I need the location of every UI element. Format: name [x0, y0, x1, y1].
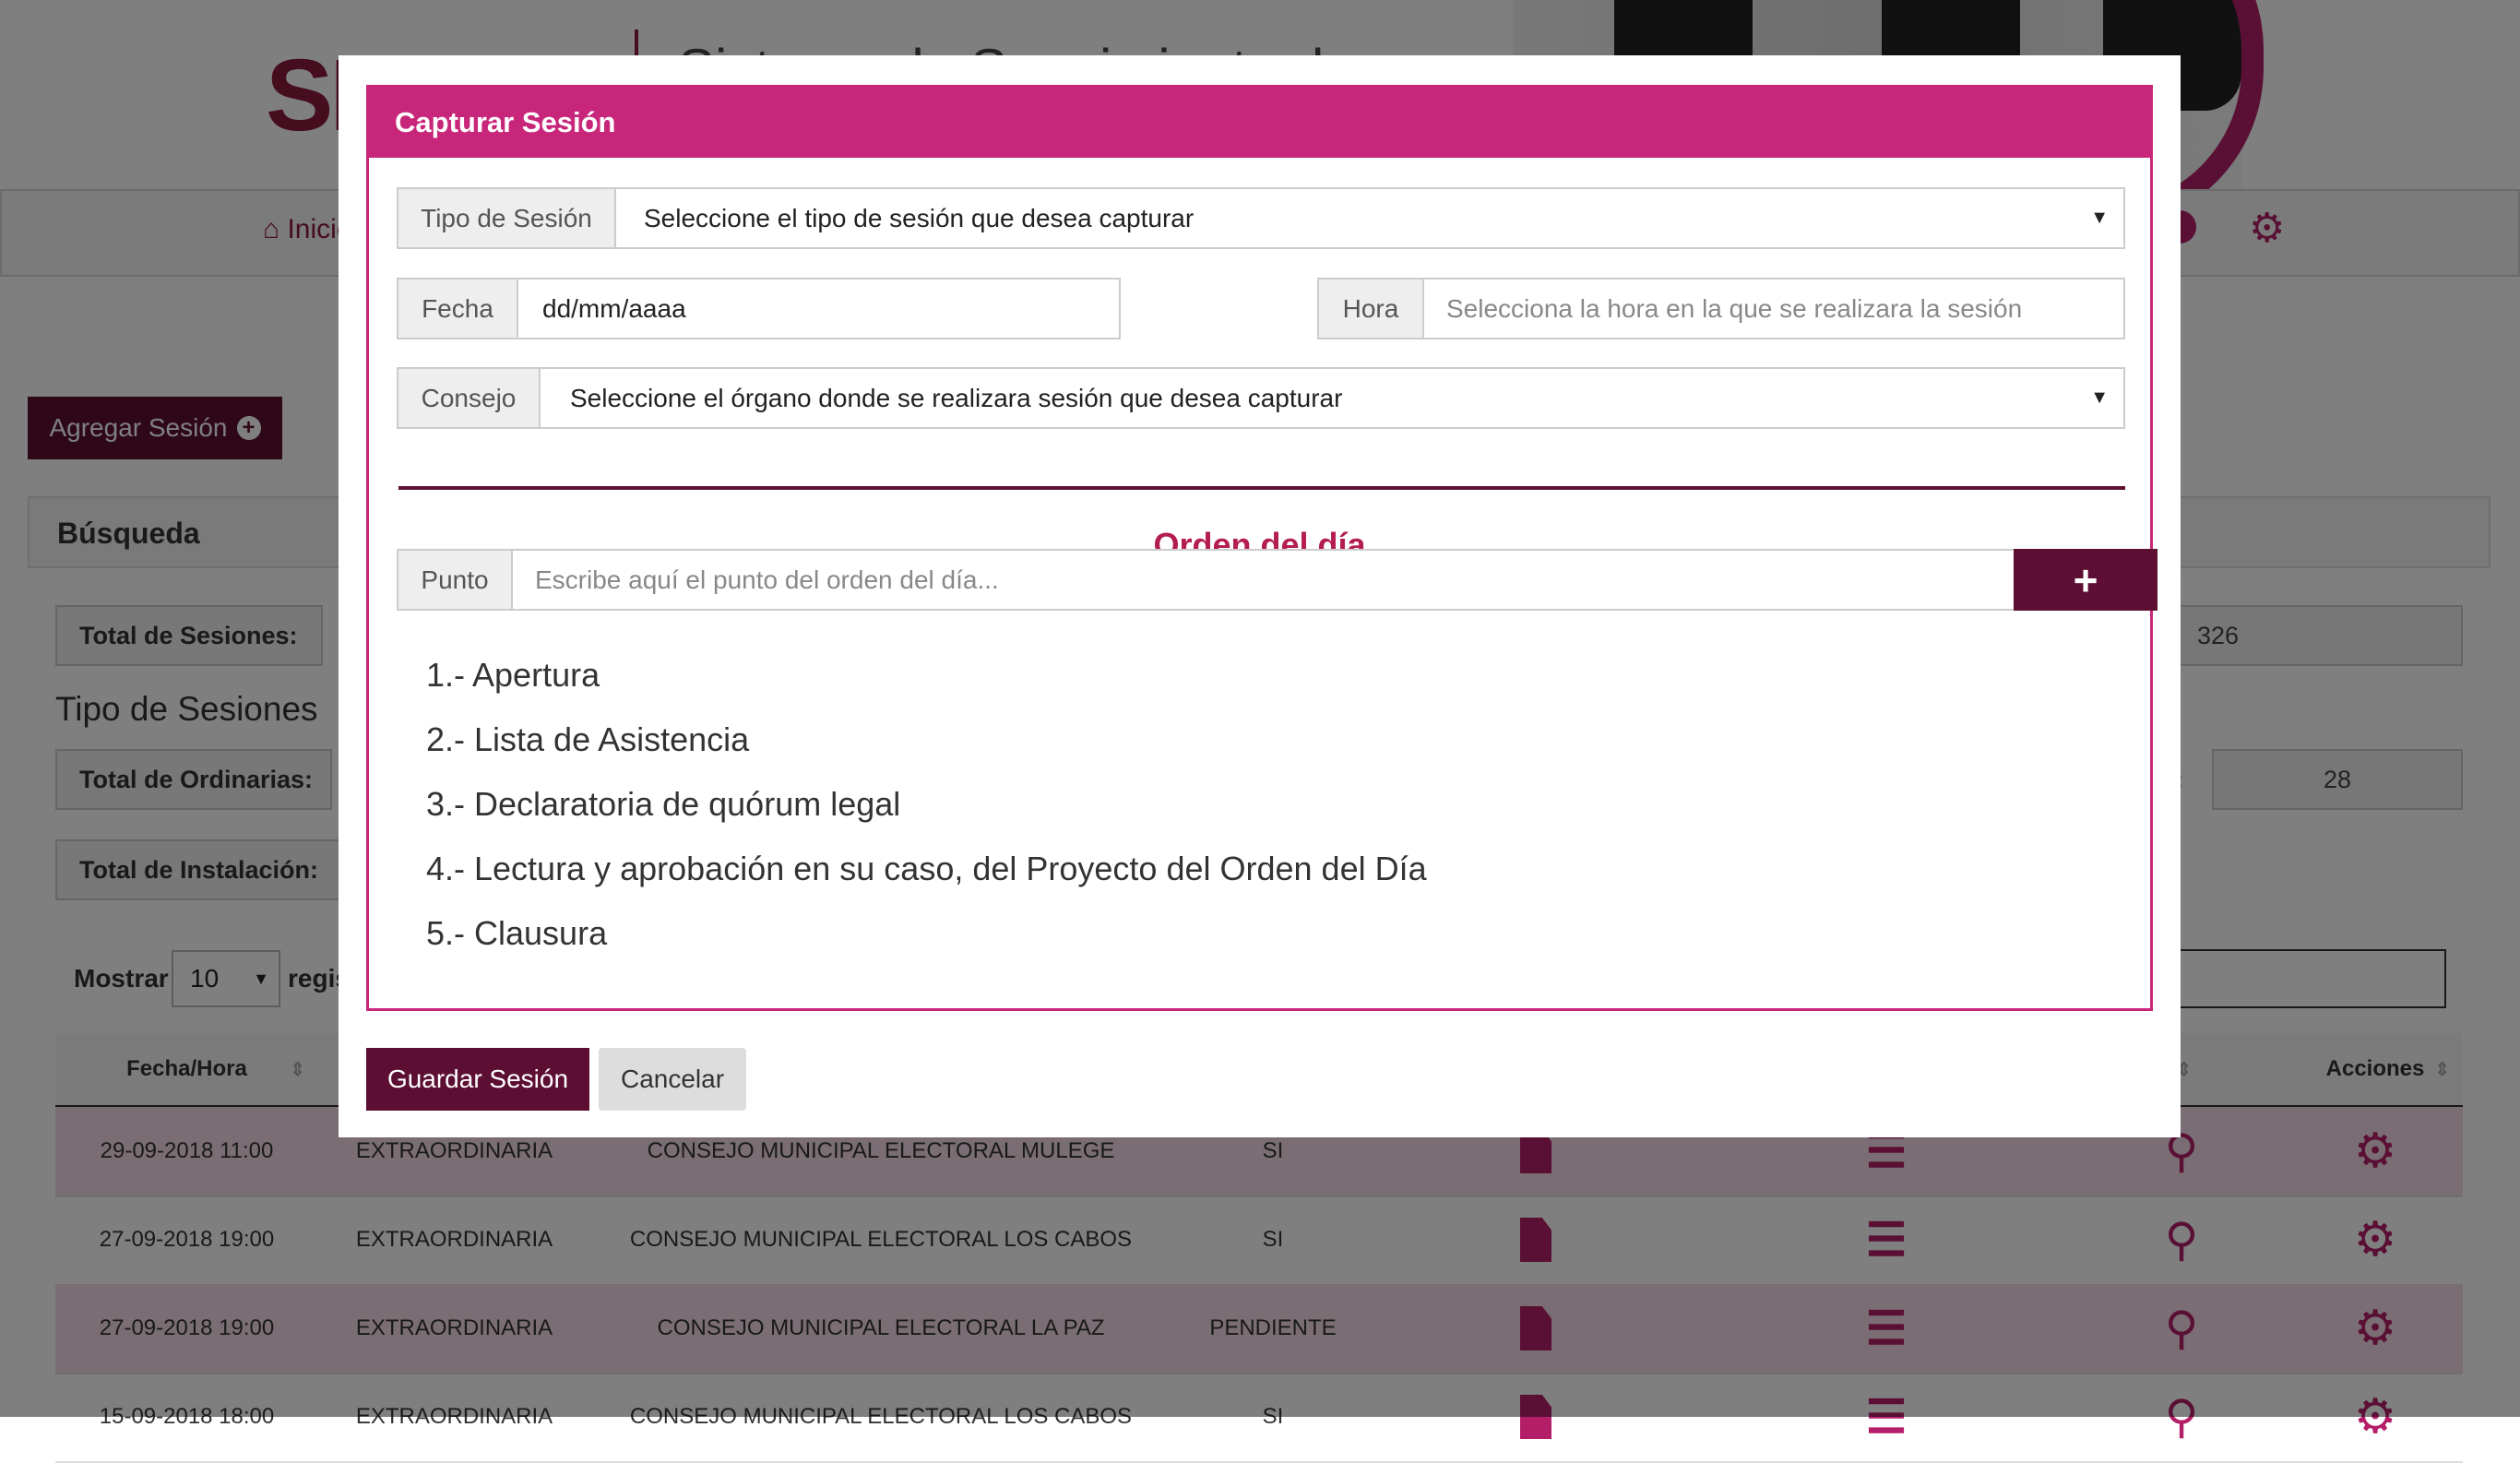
cancel-button[interactable]: Cancelar: [599, 1048, 746, 1111]
section-divider: [398, 486, 2125, 490]
session-type-value: Seleccione el tipo de sesión que desea c…: [616, 189, 2123, 247]
council-select[interactable]: Consejo Seleccione el órgano donde se re…: [397, 367, 2125, 429]
time-input[interactable]: Selecciona la hora en la que se realizar…: [1424, 280, 2123, 338]
session-type-text: Seleccione el tipo de sesión que desea c…: [644, 203, 1195, 232]
agenda-item: 2.- Lista de Asistencia: [426, 720, 750, 758]
chevron-down-icon: ▼: [2090, 208, 2109, 228]
capture-session-modal: Capturar Sesión Tipo de Sesión Seleccion…: [339, 55, 2181, 1137]
modal-panel: Capturar Sesión Tipo de Sesión Seleccion…: [366, 85, 2157, 1011]
date-field[interactable]: Fecha dd/mm/aaaa: [397, 278, 1121, 339]
session-type-label: Tipo de Sesión: [398, 189, 616, 247]
date-label: Fecha: [398, 280, 518, 338]
save-session-button[interactable]: Guardar Sesión: [366, 1048, 589, 1111]
chevron-down-icon: ▼: [2090, 387, 2109, 408]
page: SI Sistema de Seguimiento de ⌂ Inicio ⚙ …: [0, 0, 2520, 1463]
add-point-button[interactable]: +: [2014, 549, 2157, 611]
council-value: Seleccione el órgano donde se realizara …: [541, 369, 2123, 427]
session-type-select[interactable]: Tipo de Sesión Seleccione el tipo de ses…: [397, 187, 2125, 249]
agenda-list: 1.- Apertura 2.- Lista de Asistencia 3.-…: [426, 652, 1427, 975]
agenda-point-input[interactable]: Escribe aquí el punto del orden del día.…: [513, 551, 2015, 609]
agenda-item: 1.- Apertura: [426, 656, 600, 694]
agenda-item: 5.- Clausura: [426, 914, 608, 952]
council-label: Consejo: [398, 369, 541, 427]
time-label: Hora: [1319, 280, 1424, 338]
agenda-point-field[interactable]: Punto Escribe aquí el punto del orden de…: [397, 549, 2016, 611]
modal-title: Capturar Sesión: [395, 106, 616, 138]
agenda-item: 3.- Declaratoria de quórum legal: [426, 785, 901, 823]
agenda-item: 4.- Lectura y aprobación en su caso, del…: [426, 850, 1427, 887]
time-field[interactable]: Hora Selecciona la hora en la que se rea…: [1317, 278, 2125, 339]
date-value[interactable]: dd/mm/aaaa: [518, 280, 1119, 338]
agenda-point-label: Punto: [398, 551, 513, 609]
modal-header: Capturar Sesión: [369, 88, 2150, 158]
council-text: Seleccione el órgano donde se realizara …: [570, 383, 1343, 412]
